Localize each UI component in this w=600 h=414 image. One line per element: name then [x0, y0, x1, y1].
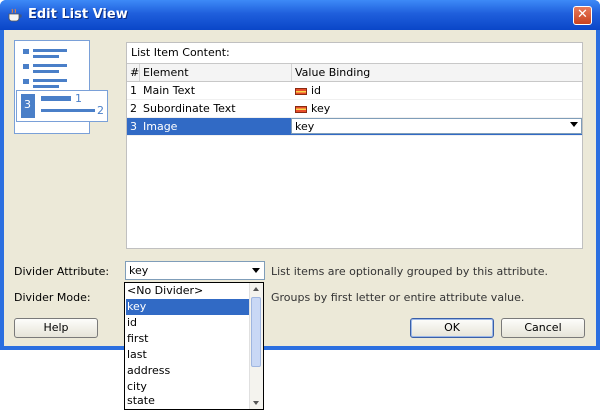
preview-number-2: 2	[97, 104, 104, 117]
dropdown-option-selected[interactable]: key	[126, 299, 250, 315]
row-number: 2	[130, 102, 137, 115]
binding-icon	[295, 87, 307, 95]
preview-subordinate-text	[41, 109, 95, 112]
list-item-content-panel: List Item Content: # Element Value Bindi…	[126, 42, 583, 249]
column-header-element: Element	[143, 66, 189, 79]
preview-line	[33, 79, 67, 82]
row-element: Image	[143, 120, 178, 133]
dropdown-option[interactable]: state	[126, 394, 250, 408]
table-row-main-text[interactable]: 1 Main Text id	[127, 82, 582, 100]
dropdown-option[interactable]: address	[126, 363, 250, 379]
divider-mode-hint: Groups by first letter or entire attribu…	[271, 291, 525, 304]
scroll-down-icon[interactable]	[250, 397, 263, 409]
dropdown-option[interactable]: city	[126, 379, 250, 395]
preview-bullet	[23, 64, 29, 69]
divider-attribute-dropdown-list[interactable]: <No Divider> key id first last address c…	[124, 282, 264, 410]
ok-button-label: OK	[444, 321, 460, 334]
divider-attribute-hint: List items are optionally grouped by thi…	[271, 265, 548, 278]
divider-attribute-value: key	[129, 264, 149, 277]
preview-number-3: 3	[24, 98, 31, 111]
scroll-up-icon[interactable]	[250, 283, 263, 295]
dropdown-option[interactable]: last	[126, 347, 250, 363]
panel-title: List Item Content:	[131, 46, 230, 59]
preview-line	[33, 49, 67, 52]
column-divider	[291, 64, 292, 81]
preview-item-card: 3 1 2	[16, 90, 108, 122]
dialog-body: 3 1 2 List Item Content: # Element Value…	[4, 30, 596, 346]
binding-icon	[295, 105, 307, 113]
chevron-down-icon[interactable]	[252, 268, 260, 273]
table-header: # Element Value Binding	[127, 64, 582, 82]
row-element: Main Text	[143, 84, 196, 97]
edit-list-view-dialog: Edit List View ✕ 3 1 2 List Item Content…	[0, 0, 600, 350]
row-binding: id	[311, 84, 322, 97]
dropdown-option[interactable]: id	[126, 315, 250, 331]
row-binding: key	[311, 102, 331, 115]
preview-line	[33, 64, 67, 67]
preview-line	[33, 70, 59, 73]
app-cup-icon	[8, 8, 22, 22]
divider-attribute-select[interactable]: key	[125, 261, 265, 280]
ok-button[interactable]: OK	[410, 318, 494, 338]
column-divider	[139, 64, 140, 81]
preview-line	[33, 55, 59, 58]
row-element: Subordinate Text	[143, 102, 236, 115]
cancel-button[interactable]: Cancel	[501, 318, 585, 338]
chevron-down-icon[interactable]	[570, 122, 578, 127]
row-binding-cell[interactable]: key	[295, 102, 330, 115]
value-binding-select-value: key	[295, 120, 315, 133]
row-number: 3	[130, 120, 137, 133]
dropdown-scrollbar[interactable]	[249, 283, 263, 409]
row-binding-cell[interactable]: id	[295, 84, 321, 97]
help-button-label: Help	[43, 321, 69, 334]
help-button[interactable]: Help	[14, 318, 98, 338]
table-row-image[interactable]: 3 Image key	[127, 118, 582, 136]
close-icon: ✕	[577, 7, 588, 22]
preview-bullet	[23, 49, 29, 54]
list-item-table: # Element Value Binding 1 Main Text id 2…	[127, 63, 582, 136]
divider-attribute-label: Divider Attribute:	[14, 265, 110, 278]
dropdown-option[interactable]: first	[126, 331, 250, 347]
preview-main-text	[41, 96, 71, 101]
value-binding-select[interactable]: key	[291, 118, 582, 134]
table-row-subordinate-text[interactable]: 2 Subordinate Text key	[127, 100, 582, 118]
preview-bullet	[23, 79, 29, 84]
window-title: Edit List View	[28, 7, 128, 22]
divider-mode-label: Divider Mode:	[14, 291, 91, 304]
column-header-number: #	[130, 66, 140, 79]
preview-number-1: 1	[75, 92, 82, 105]
row-number: 1	[130, 84, 137, 97]
preview-line	[33, 85, 59, 88]
cancel-button-label: Cancel	[524, 321, 562, 334]
dropdown-option[interactable]: <No Divider>	[126, 283, 250, 299]
scrollbar-thumb[interactable]	[251, 297, 261, 367]
close-button[interactable]: ✕	[573, 6, 592, 25]
column-header-value-binding: Value Binding	[295, 66, 371, 79]
title-bar[interactable]: Edit List View ✕	[0, 0, 600, 30]
